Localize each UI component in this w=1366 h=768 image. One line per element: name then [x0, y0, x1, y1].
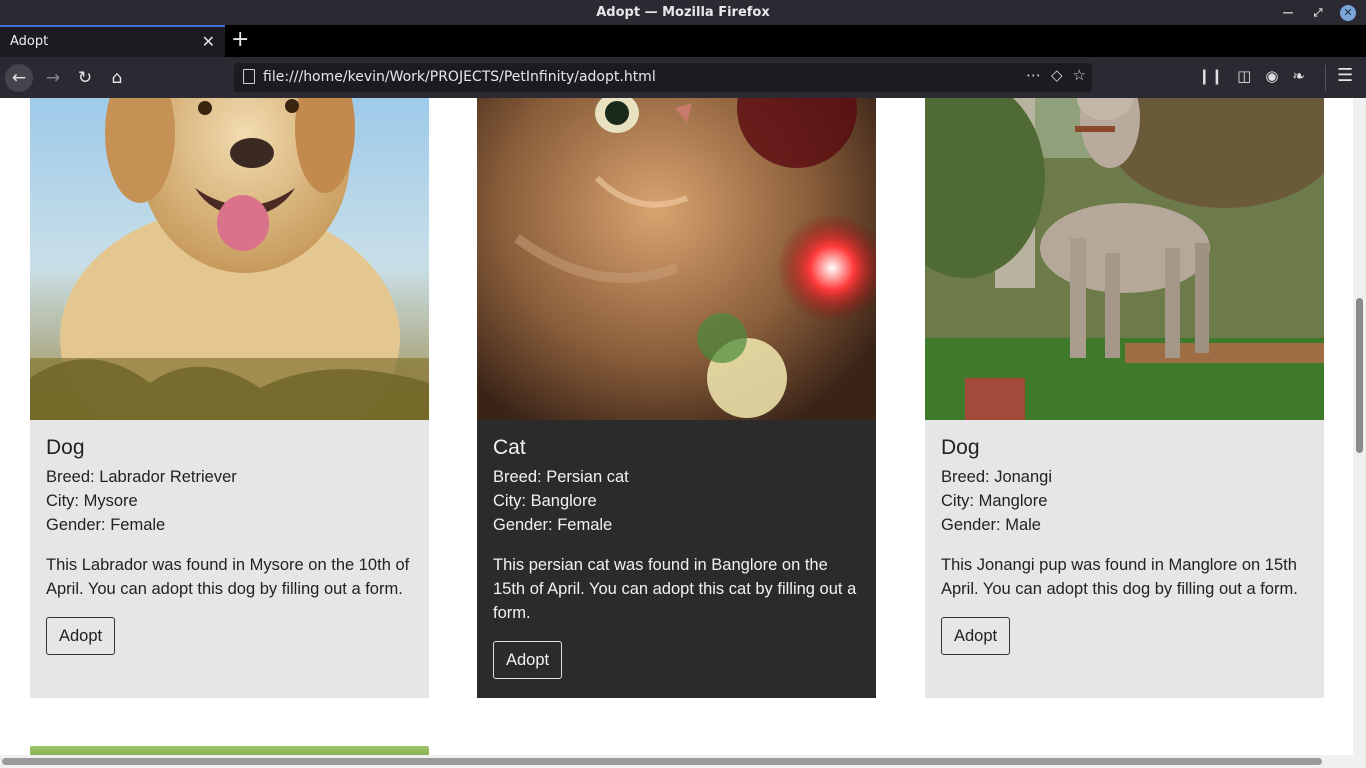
toolbar-separator: [1325, 65, 1326, 91]
window-controls: — ⤢ ✕: [1280, 0, 1356, 25]
home-icon[interactable]: ⌂: [103, 64, 131, 92]
sidebar-icon[interactable]: ◫: [1237, 67, 1251, 85]
persian-cat-photo: [477, 98, 876, 420]
page-icon: [243, 69, 255, 84]
vertical-scrollbar[interactable]: [1353, 98, 1366, 755]
vertical-scroll-thumb[interactable]: [1356, 298, 1363, 453]
card-city: City: Banglore: [493, 492, 597, 510]
card-body: Dog Breed: Labrador Retriever City: Myso…: [46, 434, 416, 655]
card-gender: Gender: Female: [493, 516, 613, 534]
pet-card-jonangi: Dog Breed: Jonangi City: Manglore Gender…: [925, 98, 1324, 698]
back-arrow-icon[interactable]: ←: [5, 64, 33, 92]
pet-card-labrador: Dog Breed: Labrador Retriever City: Myso…: [30, 98, 429, 698]
card-gender: Gender: Female: [46, 516, 166, 534]
card-description: This Labrador was found in Mysore on the…: [46, 556, 410, 598]
card-title: Dog: [46, 436, 85, 459]
window-titlebar: Adopt — Mozilla Firefox — ⤢ ✕: [0, 0, 1366, 25]
hamburger-menu-icon[interactable]: ☰: [1337, 65, 1353, 86]
library-icon[interactable]: ❙❙: [1198, 67, 1223, 85]
url-bar[interactable]: file:///home/kevin/Work/PROJECTS/PetInfi…: [234, 63, 1092, 92]
card-description: This Jonangi pup was found in Manglore o…: [941, 556, 1298, 598]
card-title: Dog: [941, 436, 980, 459]
pocket-icon[interactable]: ◇: [1051, 66, 1063, 84]
forward-arrow-icon[interactable]: →: [39, 64, 67, 92]
labrador-photo: [30, 98, 429, 420]
url-text[interactable]: file:///home/kevin/Work/PROJECTS/PetInfi…: [263, 69, 656, 85]
adopt-button[interactable]: Adopt: [941, 617, 1011, 655]
pet-card-persian-cat: Cat Breed: Persian cat City: Banglore Ge…: [477, 98, 876, 698]
page-content[interactable]: Dog Breed: Labrador Retriever City: Myso…: [0, 98, 1353, 755]
card-city: City: Mysore: [46, 492, 138, 510]
card-city: City: Manglore: [941, 492, 1048, 510]
more-icon[interactable]: ⋯: [1026, 66, 1041, 84]
card-breed: Breed: Persian cat: [493, 468, 629, 486]
card-description: This persian cat was found in Banglore o…: [493, 556, 857, 622]
jonangi-photo: [925, 98, 1324, 420]
card-gender: Gender: Male: [941, 516, 1041, 534]
toolbar-right: ❙❙ ◫ ◉ ❧: [1198, 67, 1305, 85]
tab-label: Adopt: [10, 34, 49, 49]
globe-icon[interactable]: ◉: [1265, 67, 1278, 85]
navigation-toolbar: ← → ↻ ⌂ file:///home/kevin/Work/PROJECTS…: [0, 57, 1366, 98]
tab-strip: Adopt ✕ +: [0, 25, 1366, 57]
horizontal-scroll-thumb[interactable]: [2, 758, 1322, 765]
tab-close-icon[interactable]: ✕: [202, 32, 215, 51]
window-title: Adopt — Mozilla Firefox: [596, 5, 770, 20]
extension-icon[interactable]: ❧: [1292, 67, 1305, 85]
card-body: Cat Breed: Persian cat City: Banglore Ge…: [493, 434, 863, 679]
horizontal-scrollbar[interactable]: [0, 755, 1366, 768]
card-title: Cat: [493, 436, 526, 459]
close-icon[interactable]: ✕: [1340, 4, 1356, 21]
reload-icon[interactable]: ↻: [71, 64, 99, 92]
adopt-button[interactable]: Adopt: [493, 641, 563, 679]
tab-adopt[interactable]: Adopt ✕: [0, 25, 225, 57]
bookmark-star-icon[interactable]: ☆: [1073, 66, 1086, 84]
next-pet-card-partial: [30, 746, 429, 755]
url-actions: ⋯ ◇ ☆: [1026, 66, 1086, 84]
card-breed: Breed: Labrador Retriever: [46, 468, 237, 486]
new-tab-icon[interactable]: +: [231, 28, 249, 52]
card-breed: Breed: Jonangi: [941, 468, 1052, 486]
maximize-icon[interactable]: ⤢: [1310, 5, 1326, 21]
adopt-button[interactable]: Adopt: [46, 617, 116, 655]
minimize-icon[interactable]: —: [1280, 5, 1296, 21]
card-body: Dog Breed: Jonangi City: Manglore Gender…: [941, 434, 1311, 655]
